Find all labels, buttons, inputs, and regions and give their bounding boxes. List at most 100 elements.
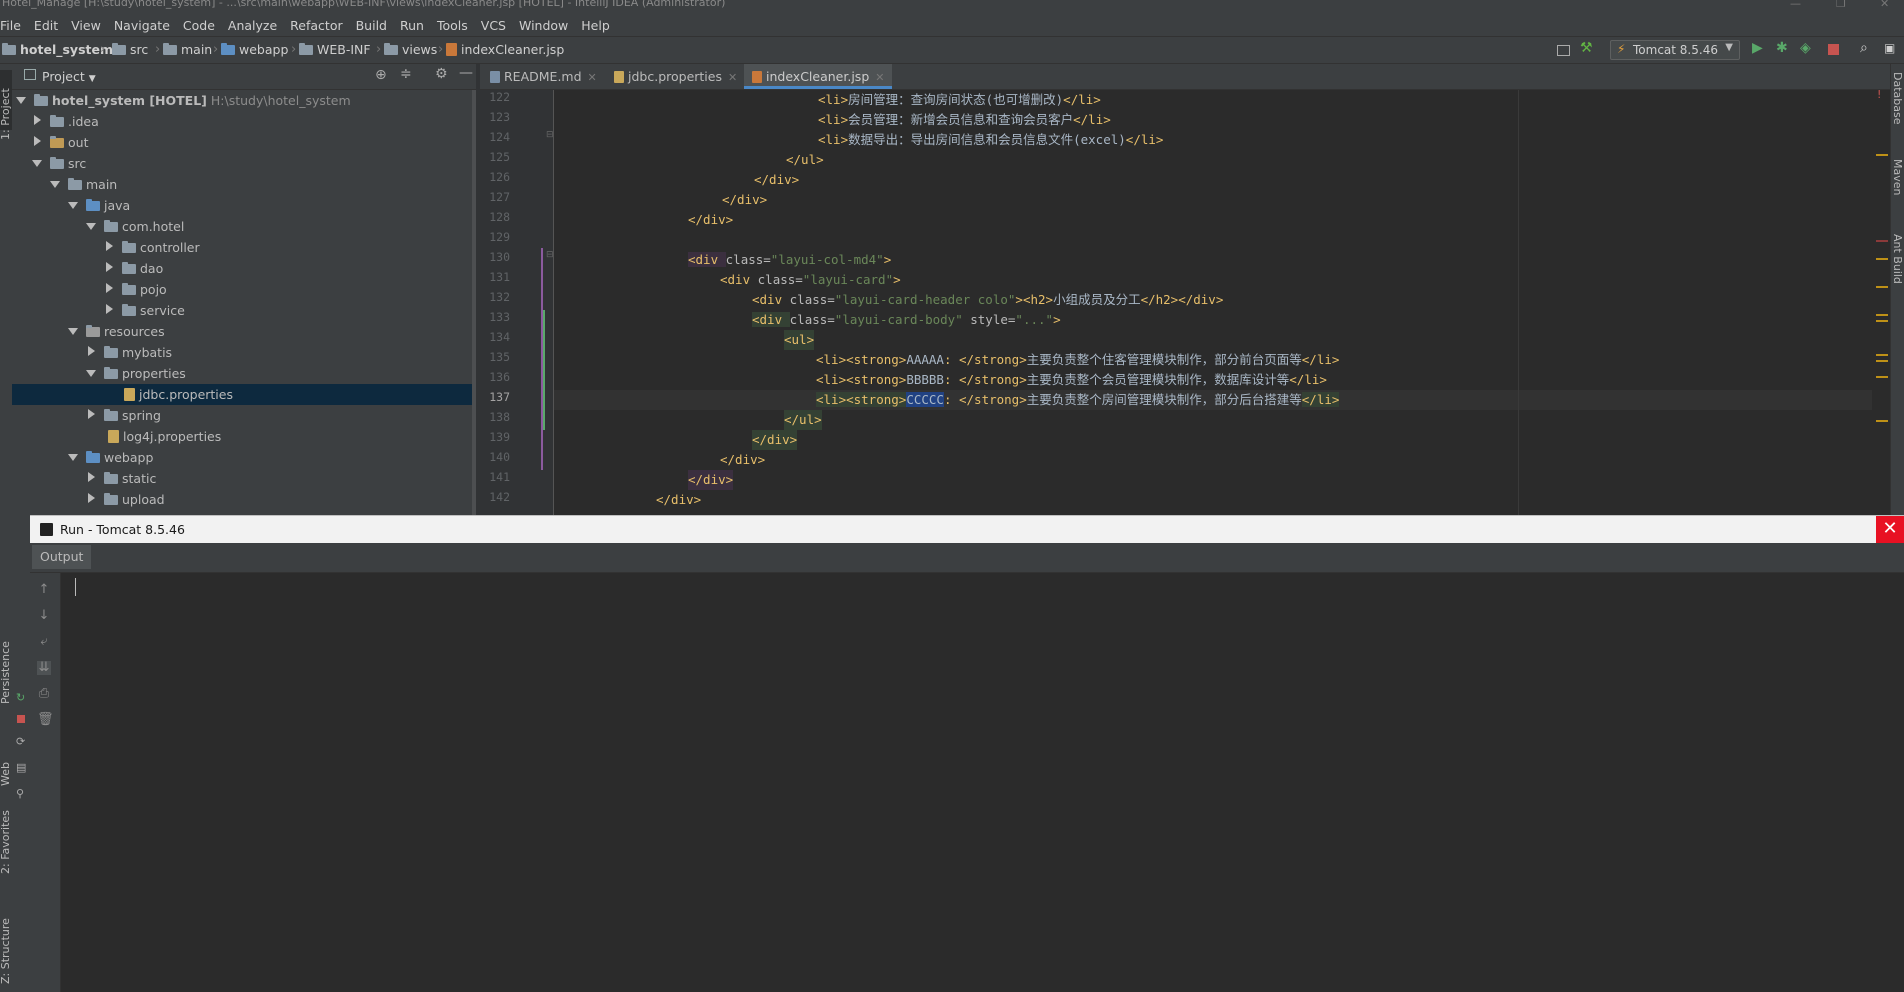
- code-editor[interactable]: <li>房间管理：查询房间状态(也可增删改)</li> <li>会员管理：新增会…: [554, 90, 1890, 515]
- tab-jdbc-properties[interactable]: jdbc.properties ✕: [614, 64, 738, 89]
- breadcrumb-web-inf[interactable]: WEB-INF: [299, 42, 371, 57]
- tab-close-icon[interactable]: ✕: [728, 71, 737, 84]
- menu-window[interactable]: Window: [512, 18, 574, 33]
- menu-build[interactable]: Build: [349, 18, 393, 33]
- menu-view[interactable]: View: [64, 18, 107, 33]
- scroll-to-end-icon[interactable]: ⇊: [37, 661, 51, 675]
- breadcrumb-project[interactable]: hotel_system: [2, 42, 113, 57]
- maven-tool-button[interactable]: Maven: [1891, 159, 1904, 195]
- tab-output[interactable]: Output: [32, 545, 92, 569]
- project-tool-button[interactable]: 1: Project: [0, 88, 12, 140]
- breadcrumb-src[interactable]: src: [112, 42, 148, 57]
- tree-item-spring[interactable]: spring: [12, 405, 550, 426]
- breadcrumb-file[interactable]: indexCleaner.jsp: [446, 42, 564, 57]
- locate-target-icon[interactable]: ⊕: [375, 67, 387, 83]
- print-icon[interactable]: ⎙: [37, 687, 51, 701]
- breadcrumb-views[interactable]: views: [384, 42, 437, 57]
- tree-item-properties[interactable]: properties: [12, 363, 550, 384]
- menu-refactor[interactable]: Refactor: [283, 18, 348, 33]
- maximize-icon[interactable]: ❐: [1836, 0, 1846, 10]
- tree-item-webapp[interactable]: webapp: [12, 447, 532, 468]
- warning-mark[interactable]: [1876, 286, 1888, 288]
- database-tool-button[interactable]: Database: [1891, 72, 1904, 125]
- layout-icon[interactable]: ▣: [1884, 41, 1898, 55]
- project-view-dropdown[interactable]: Project ▼: [42, 69, 96, 84]
- tree-item-hotel-system[interactable]: hotel_system [HOTEL] H:\study\hotel_syst…: [12, 90, 480, 111]
- fold-icon[interactable]: ⊟: [546, 250, 554, 260]
- menu-code[interactable]: Code: [176, 18, 221, 33]
- tree-item-com-hotel[interactable]: com.hotel: [12, 216, 550, 237]
- tab-close-icon[interactable]: ✕: [588, 71, 597, 84]
- warning-mark[interactable]: [1876, 420, 1888, 422]
- web-tool-button[interactable]: Web: [0, 762, 12, 786]
- stop-icon[interactable]: [1828, 44, 1839, 55]
- code-tag: </li>: [1289, 372, 1327, 387]
- menu-vcs[interactable]: VCS: [474, 18, 512, 33]
- soft-wrap-icon[interactable]: ⤶: [37, 635, 51, 649]
- run-config-dropdown[interactable]: ⚡ Tomcat 8.5.46 ▼: [1610, 40, 1740, 60]
- code-tag: : </strong>: [943, 392, 1027, 407]
- warning-mark[interactable]: [1876, 320, 1888, 322]
- pin-icon[interactable]: ⚲: [16, 787, 24, 800]
- minimize-icon[interactable]: —: [1790, 0, 1801, 10]
- warning-mark[interactable]: [1876, 354, 1888, 356]
- console-output[interactable]: [61, 573, 1904, 992]
- favorites-tool-button[interactable]: 2: Favorites: [0, 810, 12, 874]
- menu-file[interactable]: File: [0, 18, 27, 33]
- search-icon[interactable]: ⌕: [1860, 40, 1874, 56]
- refresh-icon[interactable]: ⟳: [16, 735, 25, 748]
- menu-analyze[interactable]: Analyze: [221, 18, 283, 33]
- tree-item-jdbc-properties[interactable]: jdbc.properties: [12, 384, 476, 405]
- vcs-added-marker[interactable]: [543, 310, 545, 430]
- menu-help[interactable]: Help: [574, 18, 616, 33]
- warning-mark[interactable]: [1876, 360, 1888, 362]
- window-title: Hotel_Manage [H:\study\hotel_system] - .…: [2, 0, 726, 9]
- tree-item-resources[interactable]: resources: [12, 321, 532, 342]
- tab-index-cleaner-jsp[interactable]: indexCleaner.jsp ✕: [744, 64, 892, 89]
- run-window-close-button[interactable]: ✕: [1876, 516, 1904, 544]
- up-arrow-icon[interactable]: ↑: [37, 583, 51, 597]
- run-icon[interactable]: ▶: [1752, 40, 1766, 56]
- collapse-all-icon[interactable]: ≑: [400, 66, 412, 82]
- persistence-tool-button[interactable]: Persistence: [0, 641, 12, 704]
- rerun-icon[interactable]: ↻: [16, 691, 25, 704]
- tree-item-src[interactable]: src: [12, 153, 496, 174]
- warning-mark[interactable]: [1876, 376, 1888, 378]
- fold-icon[interactable]: ⊟: [546, 130, 554, 140]
- warning-mark[interactable]: [1876, 258, 1888, 260]
- coverage-icon[interactable]: ◈: [1800, 40, 1814, 56]
- debug-icon[interactable]: ✱: [1776, 40, 1790, 56]
- tab-close-icon[interactable]: ✕: [875, 71, 884, 84]
- build-hammer-icon[interactable]: ⚒: [1580, 40, 1594, 56]
- warning-mark[interactable]: [1876, 154, 1888, 156]
- tree-item-java[interactable]: java: [12, 195, 532, 216]
- menu-tools[interactable]: Tools: [430, 18, 474, 33]
- hide-panel-icon[interactable]: —: [459, 65, 473, 81]
- tree-item-upload[interactable]: upload: [12, 489, 550, 510]
- tree-item-out[interactable]: out: [12, 132, 496, 153]
- error-stripe[interactable]: !: [1872, 90, 1890, 515]
- menu-run[interactable]: Run: [393, 18, 430, 33]
- error-mark[interactable]: [1876, 240, 1888, 242]
- down-arrow-icon[interactable]: ↓: [37, 609, 51, 623]
- breadcrumb-webapp[interactable]: webapp: [221, 42, 288, 57]
- menu-navigate[interactable]: Navigate: [107, 18, 176, 33]
- warning-mark[interactable]: [1876, 314, 1888, 316]
- menu-edit[interactable]: Edit: [27, 18, 64, 33]
- stop-icon[interactable]: [17, 715, 25, 723]
- window-close-icon[interactable]: ✕: [1880, 0, 1889, 10]
- project-structure-icon[interactable]: [1557, 45, 1570, 56]
- tree-item-idea[interactable]: .idea: [12, 111, 496, 132]
- tree-item-static[interactable]: static: [12, 468, 550, 489]
- ant-build-tool-button[interactable]: Ant Build: [1891, 234, 1904, 284]
- layout-icon[interactable]: ▤: [16, 761, 26, 774]
- line-number: 138: [489, 410, 510, 424]
- tree-item-mybatis[interactable]: mybatis: [12, 342, 550, 363]
- error-indicator-icon[interactable]: !: [1877, 90, 1881, 101]
- breadcrumb-main[interactable]: main: [163, 42, 212, 57]
- tree-item-main[interactable]: main: [12, 174, 514, 195]
- structure-tool-button[interactable]: Z: Structure: [0, 918, 12, 984]
- tab-readme[interactable]: README.md ✕: [490, 64, 600, 89]
- trash-icon[interactable]: 🗑: [37, 713, 54, 727]
- gear-icon[interactable]: ⚙: [435, 66, 448, 82]
